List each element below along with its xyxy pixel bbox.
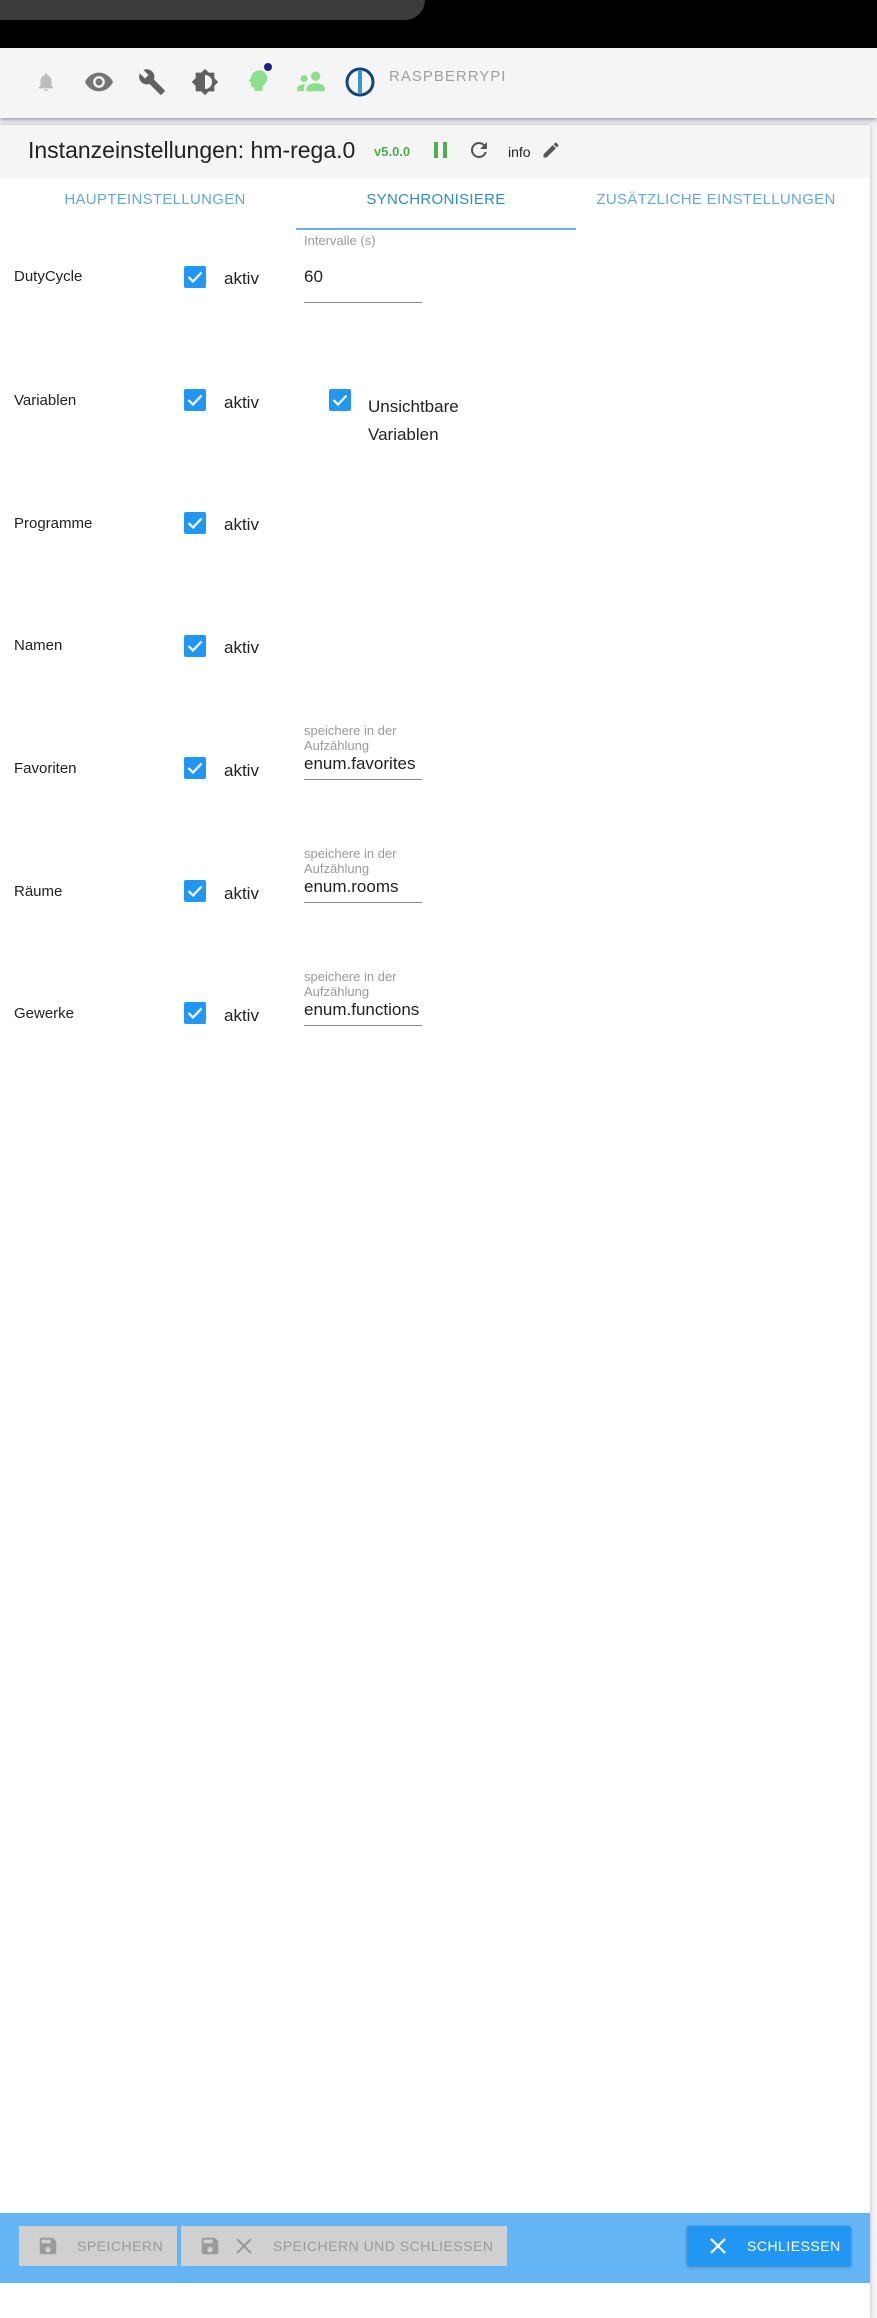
save-icon [39,2237,57,2255]
edit-pencil-icon[interactable] [541,140,561,165]
checkmark-icon [187,517,203,529]
checkmark-icon [187,762,203,774]
programme-active-checkbox[interactable] [184,512,206,534]
programme-active-label: aktiv [224,515,259,534]
gewerke-active-checkbox[interactable] [184,1002,206,1024]
save-and-close-label: SPEICHERN UND SCHLIESSEN [273,2238,494,2254]
wrench-icon[interactable] [134,64,170,100]
eye-icon[interactable] [81,64,117,100]
favoriten-active-checkbox[interactable] [184,757,206,779]
reload-icon[interactable] [467,138,491,167]
favoriten-enum-input[interactable]: enum.favorites [304,754,422,780]
tab-main-settings[interactable]: HAUPTEINSTELLUNGEN [20,178,290,228]
bell-icon[interactable] [28,64,64,100]
info-link[interactable]: info [508,144,531,160]
close-button-label: SCHLIESSEN [747,2238,841,2254]
gewerke-field-label: speichere in der Aufzählung [304,969,397,999]
interval-input[interactable]: 60 [304,263,422,303]
pause-icon[interactable] [432,140,450,165]
head-icon[interactable] [240,63,276,100]
close-icon [236,2238,252,2254]
row-label-raeume: Räume [14,883,63,900]
raeume-active-label: aktiv [224,884,259,903]
gewerke-active-label: aktiv [224,1006,259,1025]
raeume-enum-input[interactable]: enum.rooms [304,877,422,903]
dialog-title: Instanzeinstellungen: hm-rega.0 [28,137,356,163]
favoriten-field-label: speichere in der Aufzählung [304,723,397,753]
brightness-icon[interactable] [187,64,223,100]
namen-active-label: aktiv [224,638,259,657]
system-status-bar [0,0,877,48]
row-label-favoriten: Favoriten [14,760,77,777]
dutycycle-active-label: aktiv [224,269,259,288]
raeume-field-label: speichere in der Aufzählung [304,846,397,876]
checkmark-icon [187,271,203,283]
namen-active-checkbox[interactable] [184,635,206,657]
checkmark-icon [332,394,348,406]
browser-tab [0,0,425,20]
tab-synchronize[interactable]: SYNCHRONISIERE [296,178,576,228]
active-tab-indicator [296,228,576,230]
host-label: RASPBERRYPI [389,68,507,85]
users-icon[interactable] [293,64,329,100]
dutycycle-active-checkbox[interactable] [184,266,206,288]
version-badge: v5.0.0 [374,144,411,159]
top-toolbar: RASPBERRYPI [0,48,877,118]
row-label-variablen: Variablen [14,392,77,409]
checkmark-icon [187,885,203,897]
row-label-dutycycle: DutyCycle [14,268,83,285]
dialog-action-bar: SPEICHERN SPEICHERN UND SCHLIESSEN SCHLI… [0,2213,870,2283]
row-label-programme: Programme [14,515,93,532]
checkmark-icon [187,640,203,652]
variablen-active-checkbox[interactable] [184,389,206,411]
raeume-active-checkbox[interactable] [184,880,206,902]
invisible-variables-label: Unsichtbare Variablen [368,397,459,444]
settings-tabs: HAUPTEINSTELLUNGEN SYNCHRONISIERE ZUSÄTZ… [0,178,870,228]
invisible-variables-checkbox[interactable] [329,389,351,411]
variablen-active-label: aktiv [224,393,259,412]
save-icon [201,2237,219,2255]
save-and-close-button[interactable]: SPEICHERN UND SCHLIESSEN [181,2226,507,2266]
instance-settings-dialog: Instanzeinstellungen: hm-rega.0 v5.0.0 i… [0,125,870,2318]
save-button-label: SPEICHERN [77,2238,164,2254]
close-icon [710,2238,726,2254]
tab-additional-settings[interactable]: ZUSÄTZLICHE EINSTELLUNGEN [586,178,846,228]
row-label-namen: Namen [14,637,63,654]
gewerke-enum-input[interactable]: enum.functions [304,1000,422,1026]
favoriten-active-label: aktiv [224,761,259,780]
interval-field-label: Intervalle (s) [304,233,376,248]
iobroker-logo-icon[interactable] [342,64,378,100]
checkmark-icon [187,1007,203,1019]
close-button[interactable]: SCHLIESSEN [687,2226,851,2266]
checkmark-icon [187,394,203,406]
save-button[interactable]: SPEICHERN [19,2226,177,2266]
row-label-gewerke: Gewerke [14,1005,75,1022]
dialog-header: Instanzeinstellungen: hm-rega.0 v5.0.0 i… [0,125,870,178]
